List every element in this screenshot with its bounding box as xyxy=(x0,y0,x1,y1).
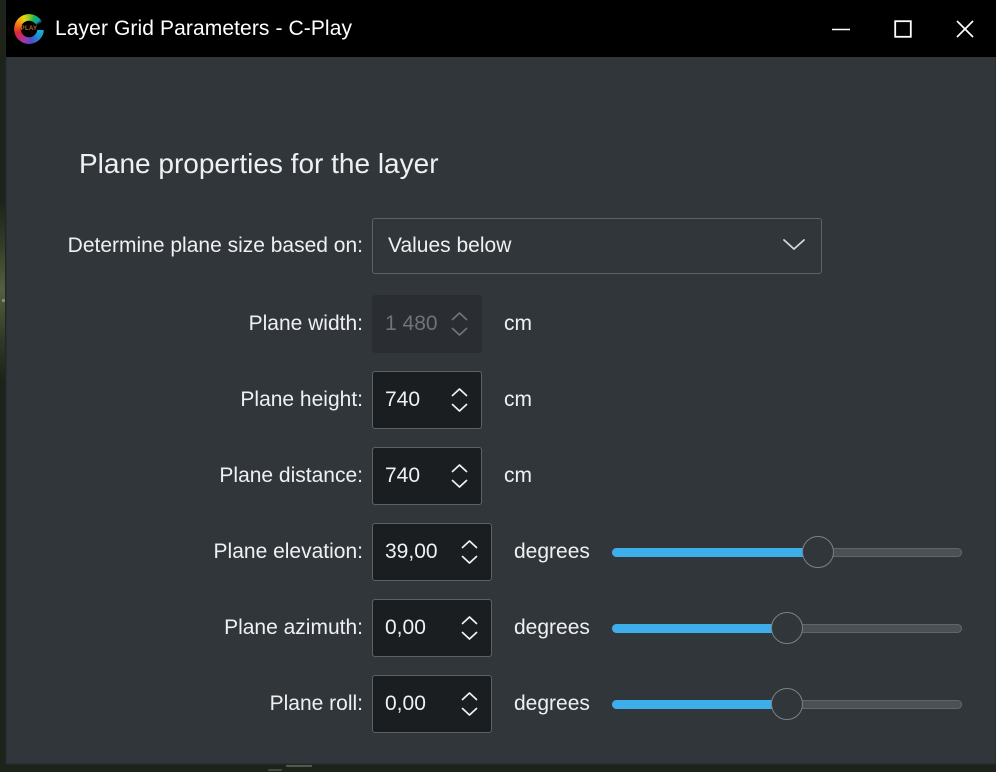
plane-roll-spinbox[interactable]: 0,00 xyxy=(372,675,492,733)
row-plane-roll: Plane roll: 0,00 degrees xyxy=(7,675,995,733)
application-window: PLAY Layer Grid Parameters - C-Play Plan… xyxy=(6,0,996,764)
chevron-down-icon xyxy=(451,479,468,488)
plane-roll-unit: degrees xyxy=(514,692,590,715)
plane-azimuth-spinbox[interactable]: 0,00 xyxy=(372,599,492,657)
plane-distance-value: 740 xyxy=(385,464,421,487)
plane-width-value: 1 480 xyxy=(385,312,438,335)
chevron-up-icon xyxy=(451,464,468,473)
plane-distance-stepper[interactable] xyxy=(444,463,473,489)
plane-height-spinbox[interactable]: 740 xyxy=(372,371,482,429)
plane-width-unit: cm xyxy=(504,312,532,335)
plane-height-unit: cm xyxy=(504,388,532,411)
window-title: Layer Grid Parameters - C-Play xyxy=(55,16,353,40)
plane-azimuth-unit: degrees xyxy=(514,616,590,639)
label-plane-azimuth: Plane azimuth: xyxy=(224,616,363,639)
chevron-up-icon xyxy=(451,388,468,397)
cplay-logo-icon: PLAY xyxy=(14,13,44,44)
plane-distance-unit: cm xyxy=(504,464,532,487)
backdrop-speck xyxy=(268,769,282,771)
slider-fill xyxy=(611,700,787,709)
chevron-down-icon xyxy=(461,707,478,716)
chevron-down-icon xyxy=(451,327,468,336)
page-title: Plane properties for the layer xyxy=(79,148,439,179)
plane-height-value: 740 xyxy=(385,388,421,411)
chevron-down-icon xyxy=(461,555,478,564)
label-plane-elevation: Plane elevation: xyxy=(213,540,363,563)
plane-height-stepper[interactable] xyxy=(444,387,473,413)
backdrop-speck xyxy=(2,299,5,302)
plane-width-spinbox: 1 480 xyxy=(372,295,482,353)
backdrop-speck xyxy=(286,764,312,767)
close-icon[interactable] xyxy=(934,0,996,57)
plane-azimuth-stepper[interactable] xyxy=(454,615,483,641)
row-plane-height: Plane height: 740 cm xyxy=(7,371,995,429)
plane-elevation-slider[interactable] xyxy=(611,536,962,568)
title-bar[interactable]: PLAY Layer Grid Parameters - C-Play xyxy=(6,0,996,57)
window-controls xyxy=(780,0,996,57)
label-plane-height: Plane height: xyxy=(240,388,363,411)
label-plane-size-source: Determine plane size based on: xyxy=(67,234,363,257)
plane-width-stepper xyxy=(444,311,473,337)
slider-handle[interactable] xyxy=(770,612,803,644)
plane-roll-stepper[interactable] xyxy=(454,691,483,717)
chevron-up-icon xyxy=(461,616,478,625)
plane-size-source-combobox[interactable]: Values below xyxy=(372,218,822,274)
slider-fill xyxy=(611,548,819,557)
label-plane-roll: Plane roll: xyxy=(269,692,363,715)
plane-azimuth-slider[interactable] xyxy=(611,612,962,644)
chevron-down-icon xyxy=(781,236,807,257)
plane-azimuth-value: 0,00 xyxy=(385,616,426,639)
minimize-icon[interactable] xyxy=(810,0,872,57)
plane-roll-slider[interactable] xyxy=(611,688,962,720)
chevron-up-icon xyxy=(461,692,478,701)
label-plane-width: Plane width: xyxy=(248,312,363,335)
slider-fill xyxy=(611,624,787,633)
plane-elevation-value: 39,00 xyxy=(385,540,438,563)
label-plane-distance: Plane distance: xyxy=(219,464,363,487)
chevron-up-icon xyxy=(461,540,478,549)
chevron-up-icon xyxy=(451,312,468,321)
maximize-icon[interactable] xyxy=(872,0,934,57)
plane-elevation-spinbox[interactable]: 39,00 xyxy=(372,523,492,581)
chevron-down-icon xyxy=(461,631,478,640)
plane-elevation-stepper[interactable] xyxy=(454,539,483,565)
plane-roll-value: 0,00 xyxy=(385,692,426,715)
row-plane-azimuth: Plane azimuth: 0,00 degrees xyxy=(7,599,995,657)
slider-handle[interactable] xyxy=(802,536,835,568)
slider-handle[interactable] xyxy=(770,688,803,720)
plane-distance-spinbox[interactable]: 740 xyxy=(372,447,482,505)
plane-size-source-value: Values below xyxy=(388,234,512,257)
chevron-down-icon xyxy=(451,403,468,412)
window-controls-spacer xyxy=(780,0,810,57)
row-plane-distance: Plane distance: 740 cm xyxy=(7,447,995,505)
cplay-logo-play-text: PLAY xyxy=(20,25,38,32)
dialog-body: Plane properties for the layer Determine… xyxy=(6,57,996,764)
plane-elevation-unit: degrees xyxy=(514,540,590,563)
row-plane-size-source: Determine plane size based on: Values be… xyxy=(7,217,995,275)
row-plane-elevation: Plane elevation: 39,00 degrees xyxy=(7,523,995,581)
row-plane-width: Plane width: 1 480 cm xyxy=(7,295,995,353)
